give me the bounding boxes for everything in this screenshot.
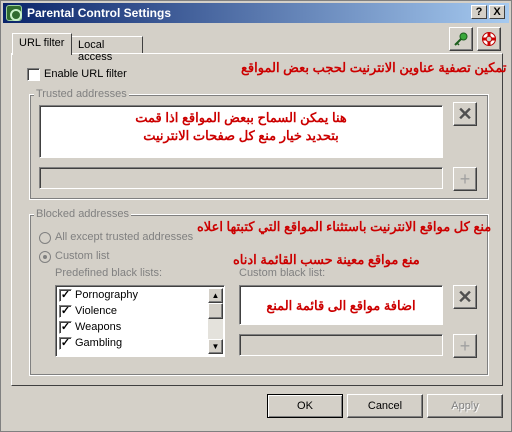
- title-bar[interactable]: Parental Control Settings ? X: [3, 3, 509, 23]
- key-icon: [454, 32, 468, 46]
- blocked-addresses-label: Blocked addresses: [34, 208, 131, 220]
- enable-filter-annotation: تمكين تصفية عناوين الانترنيت لحجب بعض ال…: [241, 60, 507, 75]
- list-item-gambling[interactable]: ✓ Gambling: [58, 336, 208, 352]
- predefined-black-list[interactable]: ✓ Pornography ✓ Violence ✓ Weapons ✓ Gam…: [55, 285, 225, 357]
- scroll-down-icon[interactable]: ▼: [208, 339, 223, 354]
- close-button[interactable]: X: [489, 5, 505, 19]
- list-item-label: Gambling: [75, 337, 123, 349]
- list-item-label: Pornography: [75, 289, 138, 301]
- weapons-checkbox[interactable]: ✓: [59, 321, 72, 334]
- scroll-up-icon[interactable]: ▲: [208, 288, 223, 303]
- trusted-addresses-label: Trusted addresses: [34, 88, 129, 100]
- remove-icon: ✕: [457, 104, 473, 124]
- predefined-black-lists-label: Predefined black lists:: [55, 267, 162, 279]
- list-item-pornography[interactable]: ✓ Pornography: [58, 288, 208, 304]
- ok-button[interactable]: OK: [267, 394, 343, 418]
- list-item-weapons[interactable]: ✓ Weapons: [58, 320, 208, 336]
- violence-checkbox[interactable]: ✓: [59, 305, 72, 318]
- radio-all-except-trusted-label[interactable]: All except trusted addresses: [55, 231, 193, 243]
- add-icon: +: [459, 336, 471, 356]
- trusted-address-input[interactable]: [39, 167, 443, 189]
- scroll-thumb[interactable]: [208, 303, 223, 319]
- key-button[interactable]: [449, 27, 473, 51]
- list-item-label: Weapons: [75, 321, 122, 333]
- enable-url-filter-label[interactable]: Enable URL filter: [44, 68, 127, 80]
- custom-list-annotation: منع مواقع معينة حسب القائمة ادناه: [233, 252, 420, 267]
- tab-local-access[interactable]: Local access: [71, 36, 143, 63]
- trusted-addresses-list[interactable]: هنا يمكن السماح ببعض المواقع اذا قمت بتح…: [39, 105, 443, 158]
- parental-control-window: Parental Control Settings ? X URL filter…: [0, 0, 512, 432]
- help-lifebuoy-button[interactable]: [477, 27, 501, 51]
- gambling-checkbox[interactable]: ✓: [59, 337, 72, 350]
- remove-custom-button[interactable]: ✕: [453, 285, 477, 309]
- custom-black-list[interactable]: اضافة مواقع الى قائمة المنع: [239, 285, 443, 325]
- list-item-label: Violence: [75, 305, 117, 317]
- help-button[interactable]: ?: [471, 5, 487, 19]
- apply-button[interactable]: Apply: [427, 394, 503, 418]
- radio-all-except-trusted[interactable]: [39, 232, 51, 244]
- trusted-annotation-line2: بتحديد خيار منع كل صفحات الانترنيت: [143, 128, 339, 143]
- custom-black-list-label: Custom black list:: [239, 267, 326, 279]
- add-icon: +: [459, 169, 471, 189]
- radio-custom-list[interactable]: [39, 251, 51, 263]
- radio-custom-list-label[interactable]: Custom list: [55, 250, 109, 262]
- list-scrollbar[interactable]: ▲ ▼: [208, 288, 223, 354]
- window-title: Parental Control Settings: [27, 6, 172, 20]
- trusted-annotation-line1: هنا يمكن السماح ببعض المواقع اذا قمت: [135, 110, 347, 125]
- enable-url-filter-checkbox[interactable]: [27, 68, 40, 81]
- remove-icon: ✕: [457, 287, 473, 307]
- custom-list-box-annotation: اضافة مواقع الى قائمة المنع: [266, 298, 416, 313]
- remove-trusted-button[interactable]: ✕: [453, 102, 477, 126]
- block-all-annotation: منع كل مواقع الانترنيت باستثناء المواقع …: [197, 219, 492, 234]
- add-custom-button[interactable]: +: [453, 334, 477, 358]
- custom-address-input[interactable]: [239, 334, 443, 356]
- add-trusted-button[interactable]: +: [453, 167, 477, 191]
- app-shield-icon: [6, 5, 22, 21]
- pornography-checkbox[interactable]: ✓: [59, 289, 72, 302]
- lifebuoy-icon: [482, 32, 496, 46]
- list-item-violence[interactable]: ✓ Violence: [58, 304, 208, 320]
- cancel-button[interactable]: Cancel: [347, 394, 423, 418]
- tab-url-filter[interactable]: URL filter: [12, 33, 72, 55]
